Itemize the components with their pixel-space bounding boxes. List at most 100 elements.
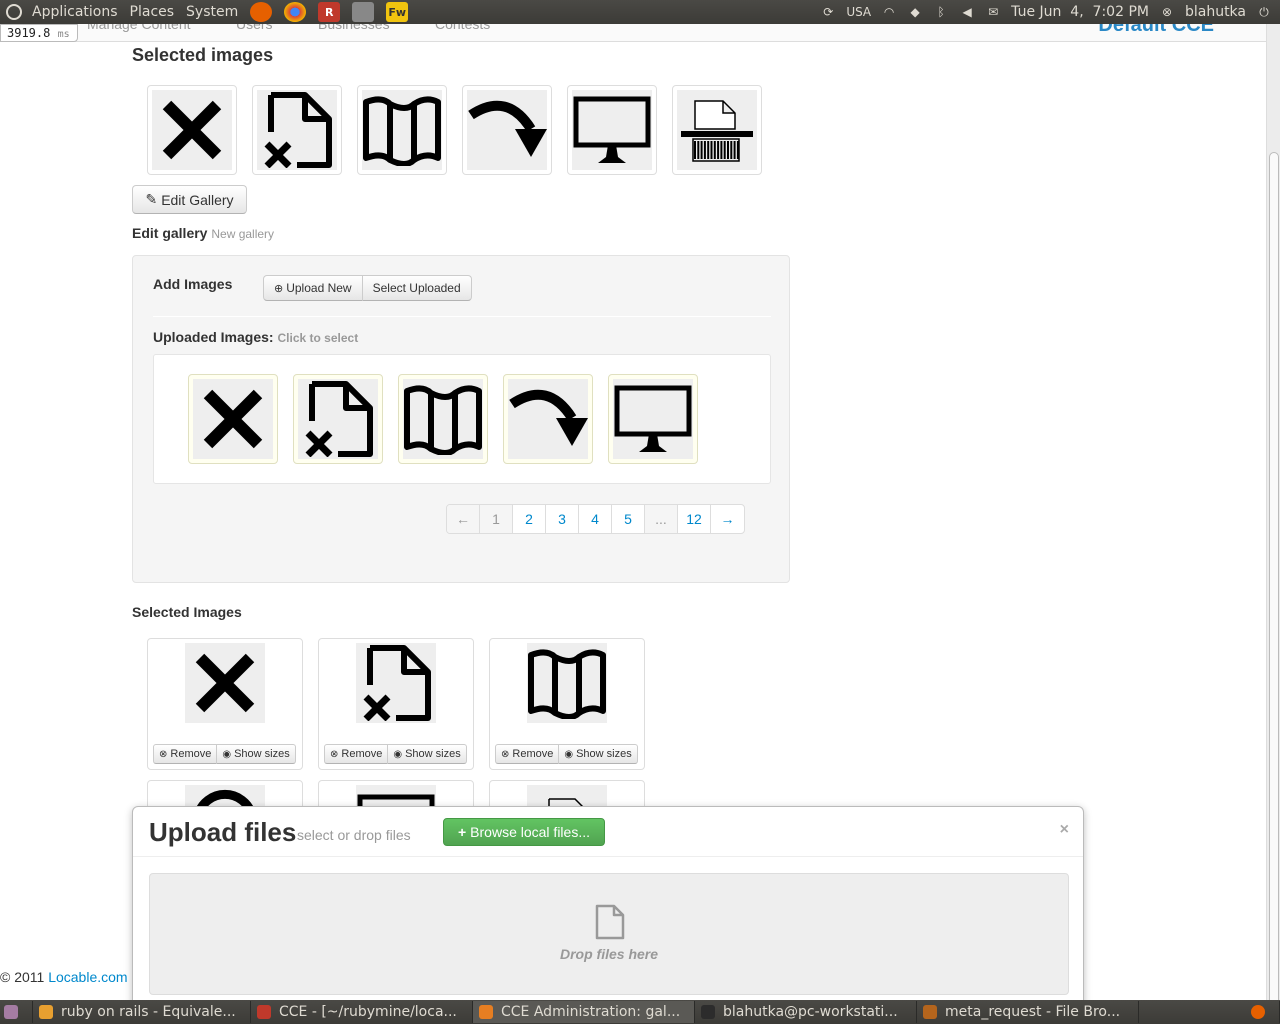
firefox-launcher-icon[interactable] (250, 2, 273, 22)
bluetooth-icon[interactable]: ᛒ (933, 5, 949, 19)
taskbar: ruby on rails - Equivale... CCE - [~/ruby… (0, 1000, 1280, 1024)
window-title: blahutka@pc-workstati... (723, 1004, 898, 1020)
system-tray: ⟳ USA ◠ ◆ ᛒ ◀ ✉ Tue Jun 4, 7:02 PM ⊗ bla… (820, 4, 1280, 20)
menu-system[interactable]: System (180, 4, 244, 20)
page-link[interactable]: 2 (513, 505, 546, 533)
nav-businesses[interactable]: Businesses (318, 24, 390, 32)
top-panel: Applications Places System R Fw ⟳ USA ◠ … (0, 0, 1280, 24)
mail-icon[interactable]: ✉ (985, 5, 1001, 19)
selected-image-thumbnail[interactable] (567, 85, 657, 175)
uploaded-image-thumbnail[interactable] (188, 374, 278, 464)
add-images-label: Add Images (153, 276, 233, 292)
show-sizes-label: Show sizes (234, 748, 290, 760)
keyboard-layout[interactable]: USA (846, 5, 871, 19)
map-book-icon (362, 90, 442, 170)
map-book-thumbnail[interactable] (527, 643, 607, 723)
uploaded-images-panel (153, 354, 771, 484)
edit-gallery-button[interactable]: ✎ Edit Gallery (132, 185, 247, 214)
uploaded-image-thumbnail[interactable] (608, 374, 698, 464)
uploaded-image-thumbnail[interactable] (293, 374, 383, 464)
file-delete-icon (298, 379, 378, 459)
uploaded-image-thumbnail[interactable] (398, 374, 488, 464)
show-sizes-button[interactable]: ◉ Show sizes (559, 744, 638, 764)
taskbar-window[interactable]: CCE Administration: gal... (473, 1001, 695, 1023)
selected-image-thumbnail[interactable] (252, 85, 342, 175)
card-actions: ⊗ Remove ◉ Show sizes (153, 744, 296, 764)
close-x-icon (152, 90, 232, 170)
remove-circle-icon: ⊗ (330, 748, 339, 760)
page-link[interactable]: 12 (678, 505, 711, 533)
file-delete-icon (257, 90, 337, 170)
selected-images-title: Selected images (132, 45, 274, 65)
modal-header: Upload files select or drop files + Brow… (133, 807, 1083, 857)
selected-image-thumbnail[interactable] (672, 85, 762, 175)
nav-contests[interactable]: Contests (435, 24, 490, 32)
browse-local-files-button[interactable]: + Browse local files... (443, 818, 605, 846)
power-icon[interactable]: ⏻ (1256, 5, 1272, 19)
network-sync-icon[interactable]: ⟳ (820, 5, 836, 19)
chrome-launcher-icon[interactable] (284, 2, 307, 22)
page-link[interactable]: 4 (579, 505, 612, 533)
calculator-launcher-icon[interactable] (352, 2, 375, 22)
user-name[interactable]: blahutka (1185, 4, 1246, 20)
scrollbar-thumb[interactable] (1269, 152, 1279, 1014)
nav-manage-content[interactable]: Manage Content (87, 24, 191, 32)
shredder-icon (677, 90, 757, 170)
page-link[interactable]: 3 (546, 505, 579, 533)
show-sizes-label: Show sizes (405, 748, 461, 760)
firefox-icon (1251, 1005, 1265, 1019)
show-sizes-button[interactable]: ◉ Show sizes (388, 744, 467, 764)
nav-users[interactable]: Users (236, 24, 273, 32)
file-delete-thumbnail[interactable] (356, 643, 436, 723)
upload-files-modal: Upload files select or drop files + Brow… (132, 806, 1084, 1006)
window-app-icon (479, 1005, 493, 1019)
remove-button[interactable]: ⊗ Remove (153, 744, 218, 764)
page-link[interactable]: ... (645, 505, 678, 533)
footer-link[interactable]: Locable.com (48, 969, 127, 985)
remove-button[interactable]: ⊗ Remove (495, 744, 560, 764)
show-desktop-icon[interactable] (0, 1001, 33, 1023)
page-link[interactable]: 1 (480, 505, 513, 533)
uploaded-images-title: Uploaded Images: (153, 329, 274, 345)
firefox-tray-icon[interactable] (1245, 1001, 1280, 1023)
rubymine-launcher-icon[interactable]: R (318, 2, 341, 22)
fireworks-launcher-icon[interactable]: Fw (386, 2, 409, 22)
timer-value: 3919.8 (7, 26, 51, 40)
page-scrollbar[interactable] (1266, 24, 1280, 1014)
selected-image-thumbnail[interactable] (147, 85, 237, 175)
taskbar-window[interactable]: blahutka@pc-workstati... (695, 1001, 917, 1023)
monitor-icon (613, 379, 693, 459)
brand-logo[interactable]: Default CCE (1098, 24, 1214, 37)
volume-icon[interactable]: ◀ (959, 5, 975, 19)
close-icon[interactable]: × (1060, 821, 1069, 839)
remove-button[interactable]: ⊗ Remove (324, 744, 389, 764)
plus-circle-icon: ⊕ (274, 282, 284, 295)
selected-image-card: ⊗ Remove ◉ Show sizes (318, 638, 474, 770)
drop-zone[interactable]: Drop files here (149, 873, 1069, 995)
page-link[interactable]: 5 (612, 505, 645, 533)
close-x-icon (193, 379, 273, 459)
ubuntu-logo-icon[interactable] (6, 4, 22, 20)
menu-applications[interactable]: Applications (26, 4, 124, 20)
close-x-thumbnail[interactable] (185, 643, 265, 723)
upload-new-button[interactable]: ⊕ Upload New (263, 275, 363, 301)
wifi-icon[interactable]: ◠ (881, 5, 897, 19)
page-link[interactable]: ← (447, 505, 480, 533)
clock[interactable]: Tue Jun 4, 7:02 PM (1011, 4, 1149, 20)
select-uploaded-button[interactable]: Select Uploaded (362, 275, 472, 301)
taskbar-window[interactable]: meta_request - File Bro... (917, 1001, 1139, 1023)
menu-places[interactable]: Places (124, 4, 181, 20)
taskbar-window[interactable]: ruby on rails - Equivale... (33, 1001, 251, 1023)
taskbar-window[interactable]: CCE - [~/rubymine/loca... (251, 1001, 473, 1023)
uploaded-image-thumbnail[interactable] (503, 374, 593, 464)
dropbox-icon[interactable]: ◆ (907, 5, 923, 19)
monitor-icon (572, 90, 652, 170)
window-title: CCE - [~/rubymine/loca... (279, 1004, 457, 1020)
selected-image-thumbnail[interactable] (462, 85, 552, 175)
window-title: ruby on rails - Equivale... (61, 1004, 236, 1020)
page-link[interactable]: → (711, 505, 744, 533)
selected-image-thumbnail[interactable] (357, 85, 447, 175)
show-sizes-button[interactable]: ◉ Show sizes (217, 744, 296, 764)
user-status-icon[interactable]: ⊗ (1159, 5, 1175, 19)
request-timer[interactable]: 3919.8 ms (0, 24, 78, 42)
